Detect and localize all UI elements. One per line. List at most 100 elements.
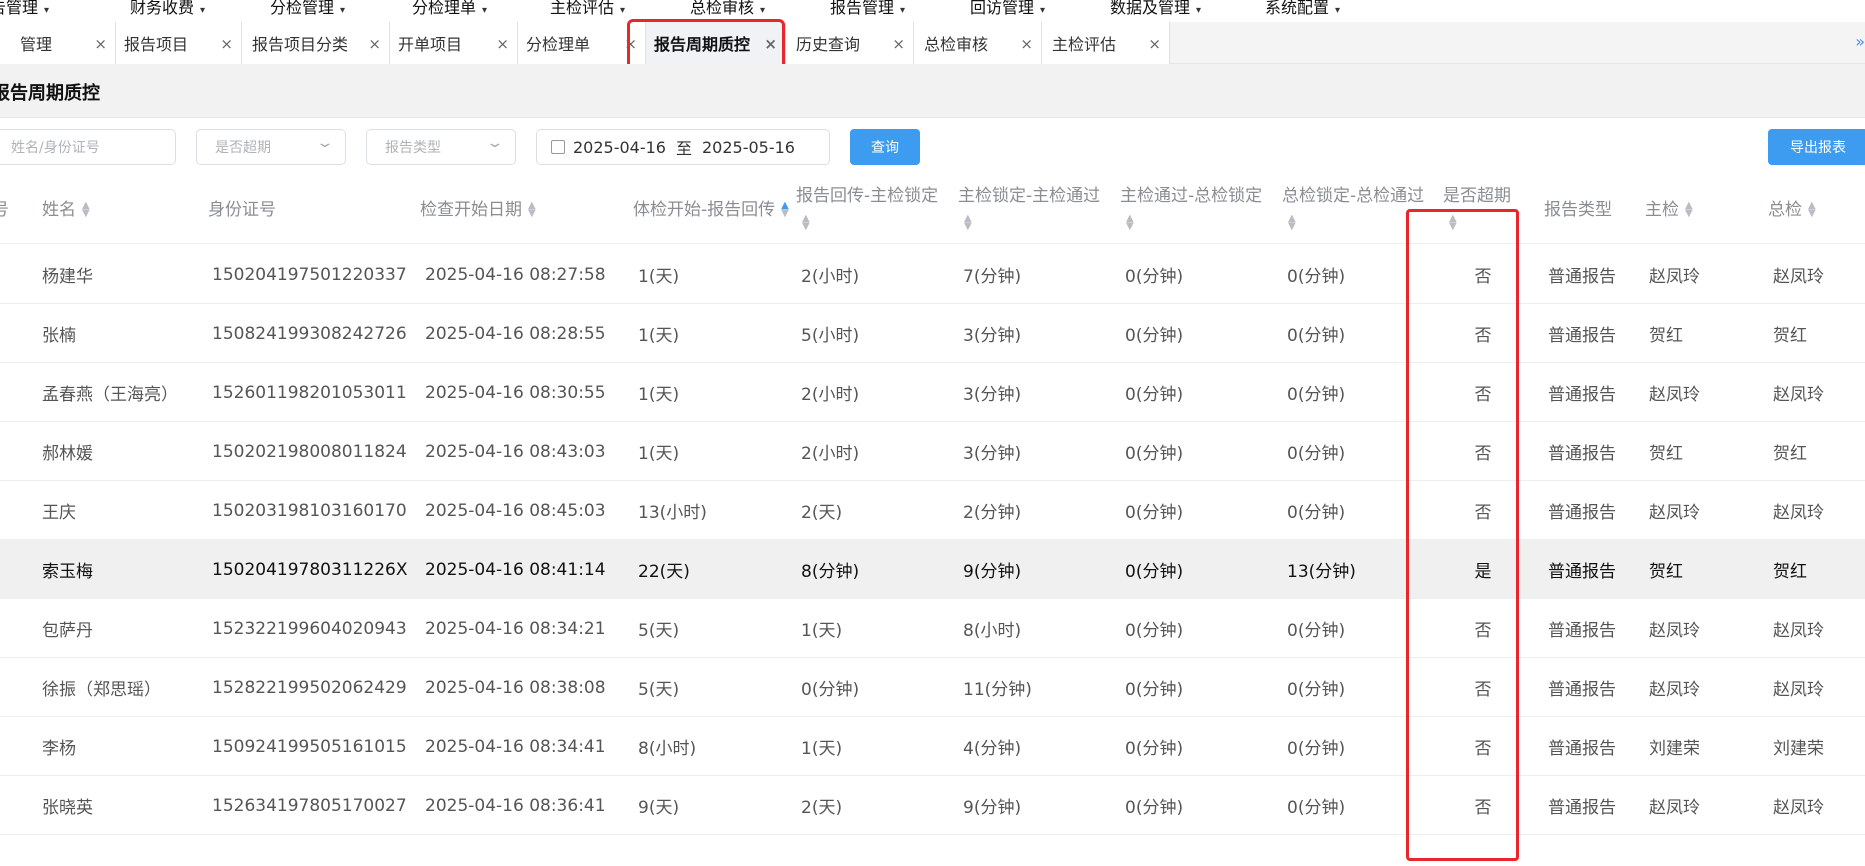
cell-total: 赵凤玲: [1773, 680, 1824, 700]
column-header[interactable]: 检查开始日期 ▲ ▼: [420, 176, 610, 244]
tabs-more-icon[interactable]: »: [1855, 32, 1865, 51]
cell-main: 刘建荣: [1649, 739, 1700, 759]
top-menu-item[interactable]: 财务收费 ▾: [130, 0, 205, 18]
column-header-label: 检查开始日期: [420, 199, 522, 220]
sort-icon[interactable]: ▲ ▼: [1288, 214, 1296, 232]
cell-c3: 4(分钟): [963, 739, 1022, 759]
cell-c3: 2(分钟): [963, 503, 1022, 523]
cell-c1: 22(天): [638, 562, 690, 582]
top-menu-item[interactable]: 数据及管理 ▾: [1110, 0, 1201, 18]
table-row[interactable]: 包萨丹 152322199604020943 2025-04-16 08:34:21…: [0, 599, 1865, 658]
cell-c3: 3(分钟): [963, 385, 1022, 405]
column-header[interactable]: 总检 ▲ ▼: [1768, 176, 1865, 244]
close-icon[interactable]: ×: [496, 35, 509, 53]
search-input[interactable]: 姓名/身份证号: [0, 129, 176, 165]
tab-6[interactable]: 历史查询 ×: [786, 22, 914, 64]
sort-icon[interactable]: ▲ ▼: [964, 214, 972, 232]
caret-down-icon: ▾: [760, 5, 766, 16]
tab-1[interactable]: 报告项目 ×: [116, 22, 242, 64]
cell-c2: 2(小时): [801, 444, 860, 464]
top-menu-item[interactable]: 分检理单 ▾: [412, 0, 487, 18]
cell-c2: 2(天): [801, 503, 843, 523]
sort-icon[interactable]: ▲ ▼: [1126, 214, 1134, 232]
column-header[interactable]: 报告回传-主检锁定 ▲ ▼: [796, 176, 951, 244]
table-row[interactable]: 李杨 150924199505161015 2025-04-16 08:34:41 8…: [0, 717, 1865, 776]
table-row[interactable]: 索玉梅 15020419780311226X 2025-04-16 08:41:14…: [0, 540, 1865, 599]
table-row[interactable]: 王庆 150203198103160170 2025-04-16 08:45:03 1…: [0, 481, 1865, 540]
cell-type: 普通报告: [1548, 621, 1616, 641]
export-button[interactable]: 导出报表: [1768, 129, 1865, 165]
sort-icon[interactable]: ▲ ▼: [528, 200, 536, 218]
page: 告管理▾财务收费▾分检管理▾分检理单▾主检评估▾总检审核▾报告管理▾回访管理▾数…: [0, 0, 1865, 866]
tab-8[interactable]: 主检评估 ×: [1042, 22, 1170, 64]
tab-7[interactable]: 总检审核 ×: [914, 22, 1042, 64]
column-header[interactable]: 主检锁定-主检通过 ▲ ▼: [958, 176, 1113, 244]
table-row[interactable]: 徐振（郑思瑶） 152822199502062429 2025-04-16 08:3…: [0, 658, 1865, 717]
date-range-picker[interactable]: 2025-04-16 至 2025-05-16: [536, 129, 830, 165]
sort-icon[interactable]: ▲ ▼: [1808, 200, 1816, 218]
top-menu-item[interactable]: 告管理 ▾: [0, 0, 49, 18]
cell-main: 赵凤玲: [1649, 680, 1700, 700]
cell-main: 赵凤玲: [1649, 503, 1700, 523]
table-row[interactable]: 杨建华 150204197501220337 2025-04-16 08:27:58…: [0, 245, 1865, 304]
query-button[interactable]: 查询: [850, 129, 920, 165]
report-type-select[interactable]: 报告类型 ⌄: [366, 129, 516, 165]
close-icon[interactable]: ×: [892, 35, 905, 53]
overdue-select[interactable]: 是否超期 ⌄: [196, 129, 346, 165]
table-row[interactable]: 张晓英 152634197805170027 2025-04-16 08:36:41…: [0, 776, 1865, 835]
top-menu-item[interactable]: 报告管理 ▾: [830, 0, 905, 18]
cell-c5: 0(分钟): [1287, 739, 1346, 759]
top-menu-item[interactable]: 回访管理 ▾: [970, 0, 1045, 18]
tab-label: 报告项目分类: [252, 35, 349, 54]
table-row[interactable]: 郝林媛 150202198008011824 2025-04-16 08:43:03…: [0, 422, 1865, 481]
top-menu-item[interactable]: 总检审核 ▾: [690, 0, 765, 18]
column-header-label: 是否超期: [1443, 186, 1511, 206]
cell-c4: 0(分钟): [1125, 739, 1184, 759]
top-menu: 告管理▾财务收费▾分检管理▾分检理单▾主检评估▾总检审核▾报告管理▾回访管理▾数…: [0, 0, 1865, 22]
cell-total: 赵凤玲: [1773, 385, 1824, 405]
close-icon[interactable]: ×: [94, 35, 107, 53]
cell-id: 152322199604020943: [212, 618, 407, 639]
caret-down-icon: ▾: [482, 5, 488, 16]
column-header-label: 报告回传-主检锁定: [796, 186, 939, 206]
cell-c2: 2(天): [801, 798, 843, 818]
column-header[interactable]: 体检开始-报告回传 ▲ ▼: [633, 176, 793, 244]
top-menu-item-label: 回访管理: [970, 0, 1035, 17]
sort-icon[interactable]: ▲ ▼: [802, 214, 810, 232]
table-row[interactable]: 孟春燕（王海亮） 152601198201053011 2025-04-16 08:…: [0, 363, 1865, 422]
cell-c5: 0(分钟): [1287, 503, 1346, 523]
sort-icon[interactable]: ▲ ▼: [82, 200, 90, 218]
close-icon[interactable]: ×: [220, 35, 233, 53]
cell-c1: 1(天): [638, 444, 680, 464]
cell-c1: 1(天): [638, 326, 680, 346]
tab-2[interactable]: 报告项目分类 ×: [242, 22, 390, 64]
sort-icon[interactable]: ▲ ▼: [1685, 200, 1693, 218]
top-menu-item-label: 系统配置: [1265, 0, 1330, 17]
column-header[interactable]: 主检通过-总检锁定 ▲ ▼: [1120, 176, 1275, 244]
close-icon[interactable]: ×: [368, 35, 381, 53]
cell-name: 杨建华: [42, 267, 93, 287]
cell-c2: 2(小时): [801, 385, 860, 405]
cell-type: 普通报告: [1548, 739, 1616, 759]
cell-c1: 1(天): [638, 267, 680, 287]
table-row[interactable]: 张楠 150824199308242726 2025-04-16 08:28:55 1…: [0, 304, 1865, 363]
cell-start: 2025-04-16 08:27:58: [425, 264, 606, 285]
cell-start: 2025-04-16 08:36:41: [425, 795, 606, 816]
top-menu-item[interactable]: 主检评估 ▾: [550, 0, 625, 18]
close-icon[interactable]: ×: [1148, 35, 1161, 53]
cell-start: 2025-04-16 08:38:08: [425, 677, 606, 698]
top-menu-item[interactable]: 分检管理 ▾: [270, 0, 345, 18]
tab-3[interactable]: 开单项目 ×: [390, 22, 518, 64]
tab-0[interactable]: 管理 ×: [0, 22, 116, 64]
cell-c4: 0(分钟): [1125, 798, 1184, 818]
close-icon[interactable]: ×: [1020, 35, 1033, 53]
sort-icon[interactable]: ▲ ▼: [781, 200, 789, 218]
cell-c4: 0(分钟): [1125, 267, 1184, 287]
column-header-label: 姓名: [42, 199, 76, 220]
cell-c5: 0(分钟): [1287, 621, 1346, 641]
top-menu-item[interactable]: 系统配置 ▾: [1265, 0, 1340, 18]
cell-main: 赵凤玲: [1649, 385, 1700, 405]
cell-c3: 9(分钟): [963, 798, 1022, 818]
column-header[interactable]: 主检 ▲ ▼: [1645, 176, 1755, 244]
column-header[interactable]: 姓名 ▲ ▼: [42, 176, 202, 244]
